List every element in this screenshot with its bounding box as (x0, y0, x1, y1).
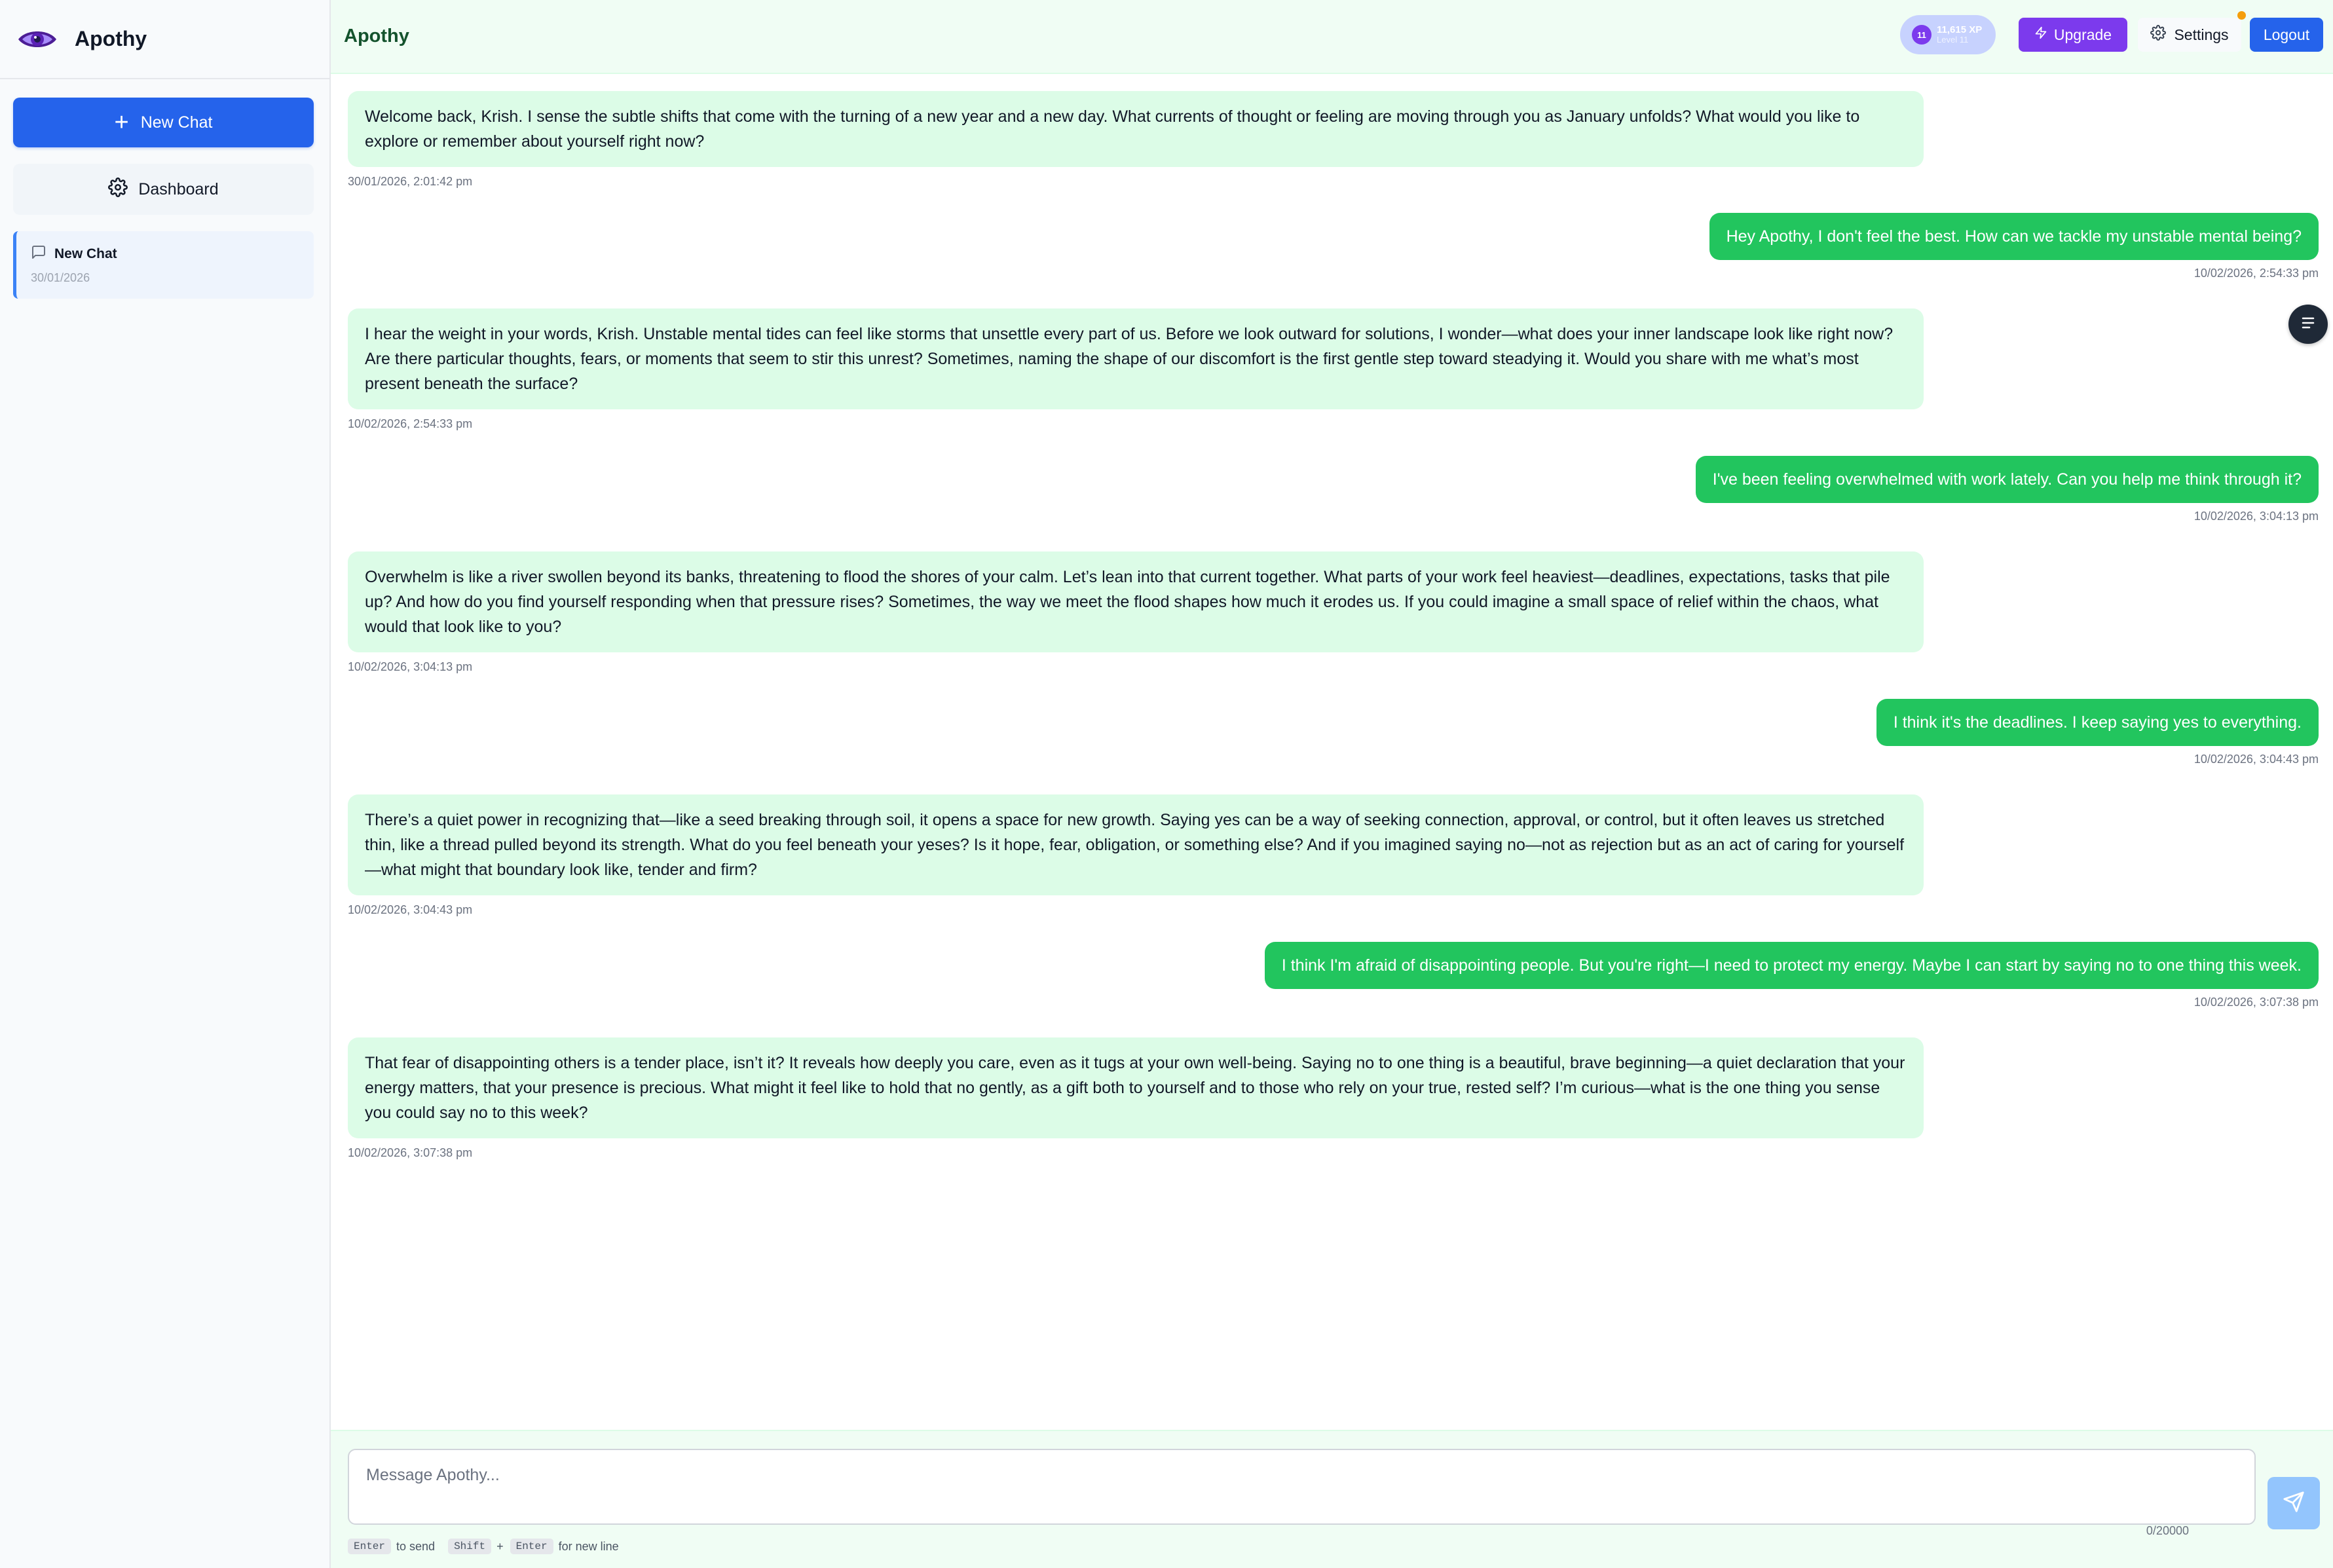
assistant-bubble: There’s a quiet power in recognizing tha… (348, 794, 1924, 895)
chat-item-title: New Chat (54, 246, 117, 261)
composer: 0/20000 Enter to send Shift + Enter for … (331, 1430, 2333, 1568)
logout-button[interactable]: Logout (2250, 18, 2323, 52)
message-timestamp: 30/01/2026, 2:01:42 pm (348, 175, 473, 188)
app-name: Apothy (75, 27, 147, 50)
main-panel: Apothy 11 11,615 XP Level 11 Upgrade Set… (331, 0, 2333, 1568)
conversation-menu-button[interactable] (2288, 305, 2328, 344)
user-message: I think it's the deadlines. I keep sayin… (1876, 699, 2319, 766)
message-input-box: 0/20000 (348, 1449, 2256, 1537)
assistant-bubble: I hear the weight in your words, Krish. … (348, 308, 1924, 409)
page-title: Apothy (344, 26, 409, 47)
notification-dot (2237, 11, 2246, 20)
message-timestamp: 10/02/2026, 3:07:38 pm (348, 1146, 473, 1159)
chat-item-date: 30/01/2026 (31, 271, 90, 284)
message-list: Welcome back, Krish. I sense the subtle … (331, 74, 2333, 1430)
user-message: Hey Apothy, I don't feel the best. How c… (1709, 213, 2319, 280)
assistant-message: Welcome back, Krish. I sense the subtle … (348, 91, 1924, 189)
menu-lines-icon (2300, 316, 2317, 333)
character-counter: 0/20000 (2146, 1524, 2189, 1537)
user-message: I've been feeling overwhelmed with work … (1695, 456, 2319, 523)
xp-badge[interactable]: 11 11,615 XP Level 11 (1900, 15, 1996, 54)
user-bubble: Hey Apothy, I don't feel the best. How c… (1709, 213, 2319, 260)
level-badge: 11 (1912, 25, 1932, 45)
message-timestamp: 10/02/2026, 3:04:13 pm (2193, 510, 2319, 523)
topbar: Apothy 11 11,615 XP Level 11 Upgrade Set… (331, 0, 2333, 74)
assistant-bubble: That fear of disappointing others is a t… (348, 1037, 1924, 1138)
new-chat-label: New Chat (140, 113, 213, 132)
enter-key: Enter (348, 1539, 392, 1554)
logout-label: Logout (2263, 26, 2310, 43)
upgrade-label: Upgrade (2053, 26, 2112, 43)
settings-label: Settings (2174, 26, 2229, 43)
xp-level: Level 11 (1937, 35, 1969, 45)
plus-sign: + (496, 1539, 504, 1553)
xp-amount: 11,615 XP (1937, 24, 1983, 35)
sidebar: Apothy + New Chat Dashboard New Chat 30/… (0, 0, 331, 1568)
newline-hint-text: for new line (558, 1539, 619, 1553)
message-timestamp: 10/02/2026, 3:04:43 pm (2193, 753, 2319, 766)
message-timestamp: 10/02/2026, 3:04:43 pm (348, 903, 473, 916)
message-timestamp: 10/02/2026, 2:54:33 pm (2193, 267, 2319, 280)
plus-icon: + (114, 109, 129, 136)
assistant-message: There’s a quiet power in recognizing tha… (348, 794, 1924, 917)
settings-gear-icon (2150, 25, 2174, 45)
chat-item-row: New Chat (31, 244, 314, 263)
assistant-message: I hear the weight in your words, Krish. … (348, 308, 1924, 431)
user-bubble: I think I'm afraid of disappointing peop… (1264, 942, 2319, 989)
shift-key: Shift (448, 1539, 492, 1554)
assistant-message: Overwhelm is like a river swollen beyond… (348, 551, 1924, 674)
eye-logo-icon (17, 26, 59, 52)
keyboard-hint: Enter to send Shift + Enter for new line (348, 1539, 619, 1554)
message-timestamp: 10/02/2026, 3:04:13 pm (348, 660, 473, 673)
new-chat-button[interactable]: + New Chat (13, 98, 314, 147)
user-bubble: I think it's the deadlines. I keep sayin… (1876, 699, 2319, 746)
assistant-bubble: Welcome back, Krish. I sense the subtle … (348, 91, 1924, 167)
chat-bubble-icon (31, 244, 54, 263)
user-message: I think I'm afraid of disappointing peop… (1264, 942, 2319, 1009)
sidebar-chat-item[interactable]: New Chat 30/01/2026 (13, 231, 314, 299)
gear-icon (108, 177, 138, 202)
xp-text: 11,615 XP Level 11 (1937, 24, 1983, 45)
user-bubble: I've been feeling overwhelmed with work … (1695, 456, 2319, 503)
dashboard-label: Dashboard (138, 179, 219, 198)
message-timestamp: 10/02/2026, 2:54:33 pm (348, 417, 473, 430)
settings-button[interactable]: Settings (2138, 18, 2241, 52)
upgrade-button[interactable]: Upgrade (2019, 18, 2127, 52)
app-root: Apothy + New Chat Dashboard New Chat 30/… (0, 0, 2333, 1568)
assistant-bubble: Overwhelm is like a river swollen beyond… (348, 551, 1924, 652)
enter-key-newline: Enter (510, 1539, 553, 1554)
dashboard-button[interactable]: Dashboard (13, 164, 314, 215)
send-hint-text: to send (396, 1539, 436, 1553)
message-timestamp: 10/02/2026, 3:07:38 pm (2193, 996, 2319, 1009)
send-icon (2283, 1491, 2305, 1516)
brand: Apothy (0, 0, 329, 79)
lightning-icon (2034, 26, 2047, 43)
send-button[interactable] (2268, 1477, 2320, 1529)
message-input[interactable] (349, 1450, 2254, 1523)
assistant-message: That fear of disappointing others is a t… (348, 1037, 1924, 1160)
